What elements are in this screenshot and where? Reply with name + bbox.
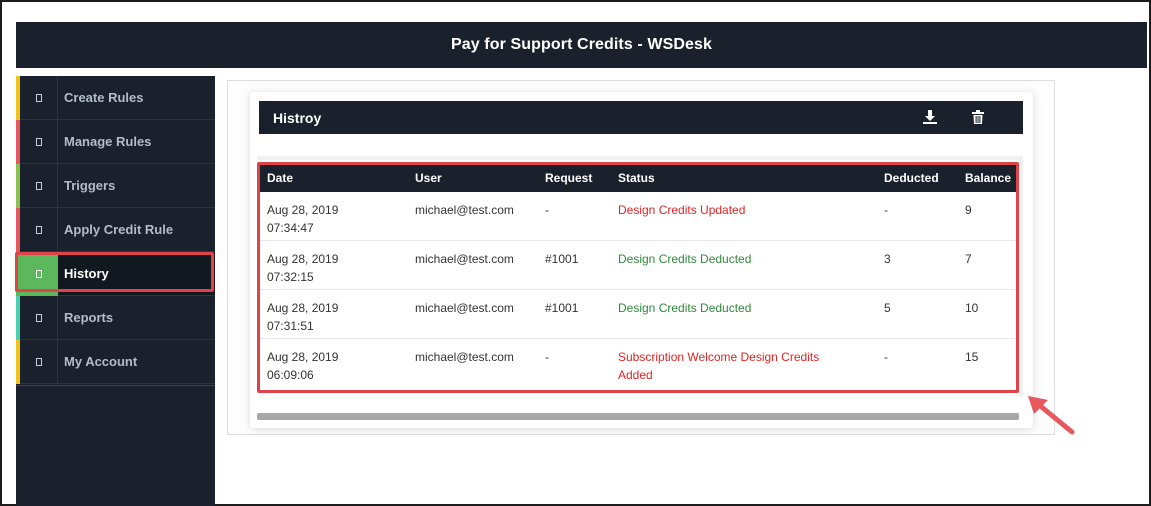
sidebar-item-icon: [20, 208, 58, 252]
file-icon: [35, 182, 42, 190]
file-icon: [35, 226, 42, 234]
sidebar-item-reports[interactable]: Reports: [16, 296, 215, 340]
cell-user: michael@test.com: [415, 203, 514, 217]
cell-date-day: Aug 28, 2019: [267, 301, 339, 315]
cell-request: -: [545, 350, 549, 364]
sidebar-divider: [16, 385, 215, 386]
sidebar-item-icon: [20, 120, 58, 164]
table-header: Date User Request Status Deducted Balanc…: [259, 164, 1016, 192]
cell-balance: 9: [965, 203, 972, 217]
cell-date: Aug 28, 2019 06:09:06: [267, 348, 387, 384]
cell-date-time: 07:31:51: [267, 319, 314, 333]
cell-request: -: [545, 203, 549, 217]
cell-date-time: 07:32:15: [267, 270, 314, 284]
sidebar-item-icon: [20, 340, 58, 384]
sidebar-item-my-account[interactable]: My Account: [16, 340, 215, 384]
sidebar-item-history[interactable]: History: [16, 252, 215, 296]
file-icon: [35, 94, 42, 102]
cell-date: Aug 28, 2019 07:34:47: [267, 201, 387, 237]
sidebar-item-label: Apply Credit Rule: [64, 222, 174, 237]
file-icon: [35, 314, 42, 322]
sidebar-item-label: History: [64, 266, 109, 281]
app-title: Pay for Support Credits - WSDesk: [450, 36, 713, 53]
cell-date-time: 06:09:06: [267, 368, 314, 382]
download-icon[interactable]: [922, 108, 938, 126]
sidebar-item-label: Triggers: [64, 178, 116, 193]
table-row: Aug 28, 2019 07:34:47 michael@test.com -…: [259, 192, 1016, 241]
cell-date-day: Aug 28, 2019: [267, 203, 339, 217]
history-card-title: Histroy: [273, 110, 322, 126]
app-title-bar: Pay for Support Credits - WSDesk: [16, 22, 1147, 68]
cell-status-text: Design Credits Deducted: [618, 301, 752, 315]
cell-user: michael@test.com: [415, 252, 514, 266]
vertical-scrollbar[interactable]: [1017, 156, 1023, 396]
column-header-status[interactable]: Status: [618, 171, 848, 185]
table-row: Aug 28, 2019 07:32:15 michael@test.com #…: [259, 241, 1016, 290]
column-header-user[interactable]: User: [415, 171, 545, 185]
cell-status: Subscription Welcome Design Credits Adde…: [618, 348, 848, 384]
cell-balance: 7: [965, 252, 972, 266]
cell-date: Aug 28, 2019 07:31:51: [267, 299, 387, 335]
cell-status: Design Credits Deducted: [618, 299, 848, 317]
sidebar: Create Rules Manage Rules Triggers Apply…: [16, 76, 215, 506]
history-table: Date User Request Status Deducted Balanc…: [257, 156, 1021, 390]
sidebar-item-label: Manage Rules: [64, 134, 152, 149]
sidebar-item-label: Reports: [64, 310, 114, 325]
cell-status-text: Design Credits Updated: [618, 203, 746, 217]
cell-user: michael@test.com: [415, 350, 514, 364]
sidebar-item-label: Create Rules: [64, 90, 144, 105]
cell-balance: 15: [965, 350, 979, 364]
horizontal-scrollbar[interactable]: [257, 413, 1019, 420]
column-header-date[interactable]: Date: [267, 171, 387, 185]
cell-user: michael@test.com: [415, 301, 514, 315]
cell-status: Design Credits Deducted: [618, 250, 848, 268]
sidebar-item-icon: [20, 164, 58, 208]
file-icon: [36, 270, 42, 278]
cell-status-text-line2: Added: [618, 368, 653, 382]
cell-balance: 10: [965, 301, 979, 315]
file-icon: [35, 138, 42, 146]
sidebar-item-icon: [20, 296, 58, 340]
table-row: Aug 28, 2019 07:31:51 michael@test.com #…: [259, 290, 1016, 339]
cell-date: Aug 28, 2019 07:32:15: [267, 250, 387, 286]
cell-deducted: -: [884, 203, 888, 217]
history-card-header: Histroy: [259, 101, 1023, 134]
cell-date-time: 07:34:47: [267, 221, 314, 235]
cell-deducted: -: [884, 350, 888, 364]
column-header-request[interactable]: Request: [545, 171, 615, 185]
sidebar-item-create-rules[interactable]: Create Rules: [16, 76, 215, 120]
column-header-balance[interactable]: Balance: [965, 171, 1015, 185]
cell-status-text: Design Credits Deducted: [618, 252, 752, 266]
cell-request: #1001: [545, 301, 579, 315]
sidebar-item-label: My Account: [64, 354, 138, 369]
cell-deducted: 5: [884, 301, 891, 315]
cell-deducted: 3: [884, 252, 891, 266]
sidebar-item-triggers[interactable]: Triggers: [16, 164, 215, 208]
file-icon: [35, 358, 42, 366]
cell-request: #1001: [545, 252, 579, 266]
sidebar-item-apply-credit-rule[interactable]: Apply Credit Rule: [16, 208, 215, 252]
column-header-deducted[interactable]: Deducted: [884, 171, 954, 185]
trash-icon[interactable]: [970, 108, 986, 126]
cell-status-text: Subscription Welcome Design Credits: [618, 350, 820, 364]
sidebar-item-icon: [20, 76, 58, 120]
cell-date-day: Aug 28, 2019: [267, 252, 339, 266]
horizontal-scrollbar-thumb[interactable]: [257, 413, 1019, 420]
table-row: Aug 28, 2019 06:09:06 michael@test.com -…: [259, 339, 1016, 388]
cell-date-day: Aug 28, 2019: [267, 350, 339, 364]
sidebar-item-icon: [20, 252, 58, 296]
sidebar-item-manage-rules[interactable]: Manage Rules: [16, 120, 215, 164]
cell-status: Design Credits Updated: [618, 201, 848, 219]
